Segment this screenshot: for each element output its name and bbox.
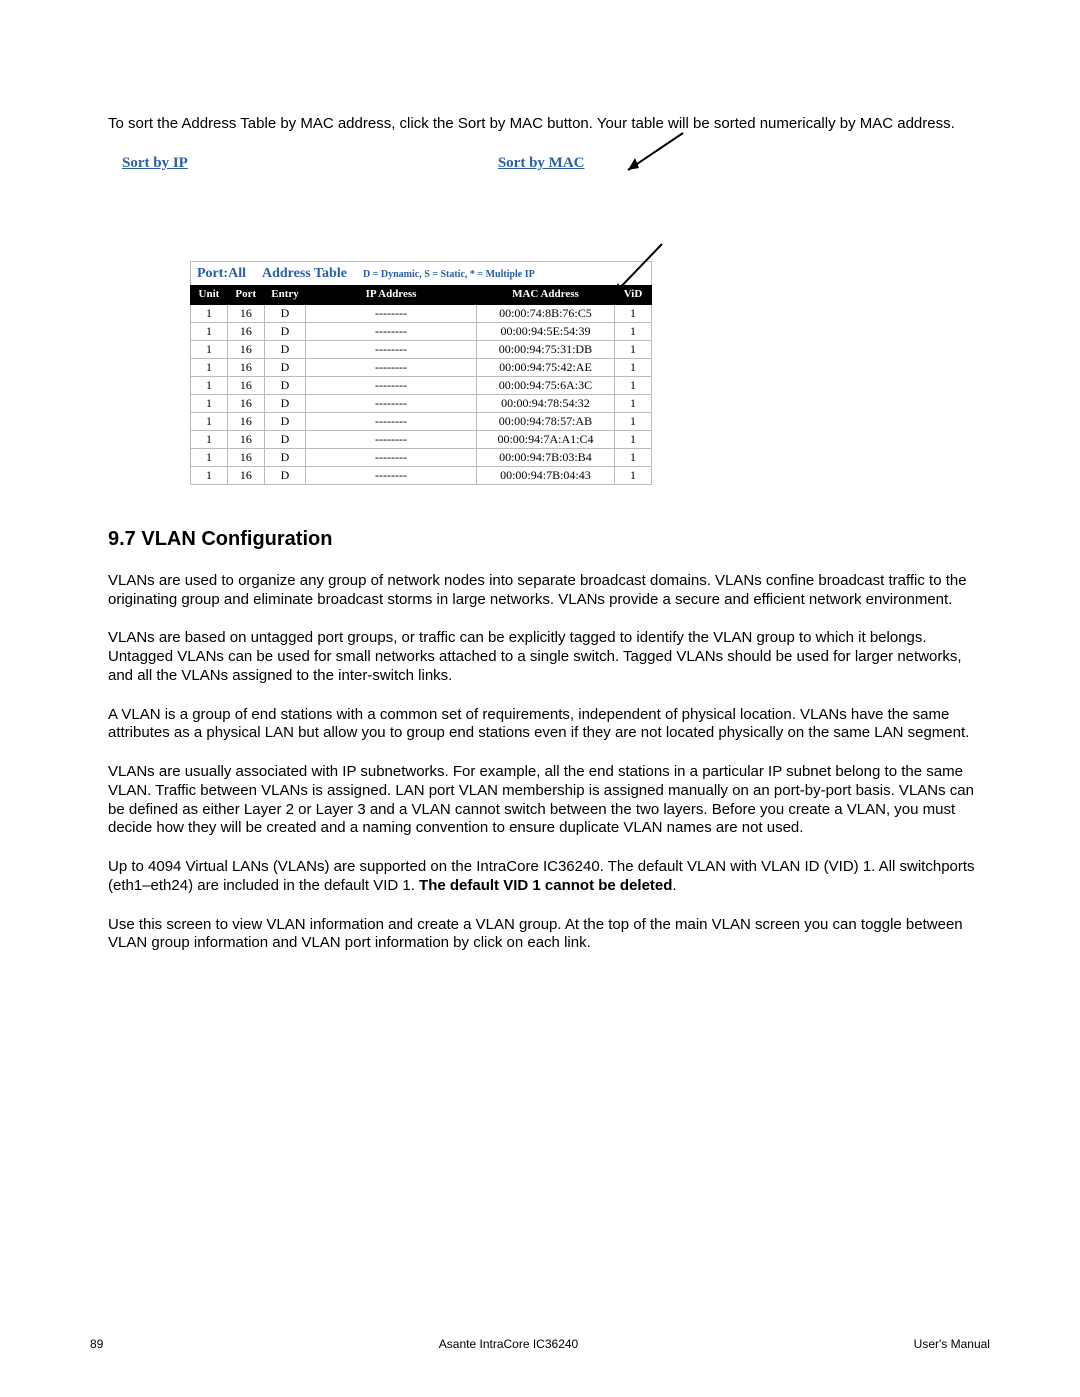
cell-ip: --------: [306, 448, 477, 466]
cell-unit: 1: [191, 322, 228, 340]
table-row: 116D--------00:00:94:75:42:AE1: [191, 358, 652, 376]
page-footer: 89 Asante IntraCore IC36240 User's Manua…: [90, 1337, 990, 1352]
col-vid: ViD: [615, 286, 652, 305]
address-table-title-bar: Port:All Address Table D = Dynamic, S = …: [190, 261, 652, 286]
col-entry: Entry: [264, 286, 305, 305]
table-row: 116D--------00:00:94:75:6A:3C1: [191, 376, 652, 394]
cell-ip: --------: [306, 412, 477, 430]
cell-ip: --------: [306, 394, 477, 412]
cell-ip: --------: [306, 304, 477, 322]
footer-right-text: User's Manual: [914, 1337, 990, 1352]
cell-vid: 1: [615, 340, 652, 358]
table-row: 116D--------00:00:94:7B:04:431: [191, 466, 652, 484]
cell-ip: --------: [306, 430, 477, 448]
cell-port: 16: [227, 322, 264, 340]
table-row: 116D--------00:00:94:7B:03:B41: [191, 448, 652, 466]
cell-vid: 1: [615, 430, 652, 448]
col-unit: Unit: [191, 286, 228, 305]
table-row: 116D--------00:00:74:8B:76:C51: [191, 304, 652, 322]
cell-port: 16: [227, 340, 264, 358]
table-port-label: Port:All: [197, 265, 246, 283]
table-row: 116D--------00:00:94:75:31:DB1: [191, 340, 652, 358]
cell-port: 16: [227, 412, 264, 430]
vlan-paragraph-2: VLANs are based on untagged port groups,…: [108, 629, 990, 685]
p5-part-c: .: [672, 877, 676, 894]
cell-mac: 00:00:94:5E:54:39: [476, 322, 614, 340]
address-table-header-row: Unit Port Entry IP Address MAC Address V…: [191, 286, 652, 305]
cell-vid: 1: [615, 394, 652, 412]
cell-mac: 00:00:94:75:42:AE: [476, 358, 614, 376]
cell-entry: D: [264, 448, 305, 466]
cell-port: 16: [227, 376, 264, 394]
vlan-paragraph-5: Up to 4094 Virtual LANs (VLANs) are supp…: [108, 858, 990, 896]
cell-unit: 1: [191, 448, 228, 466]
cell-vid: 1: [615, 376, 652, 394]
cell-vid: 1: [615, 448, 652, 466]
cell-vid: 1: [615, 358, 652, 376]
cell-port: 16: [227, 448, 264, 466]
vlan-paragraph-6: Use this screen to view VLAN information…: [108, 916, 990, 954]
cell-mac: 00:00:94:7A:A1:C4: [476, 430, 614, 448]
cell-entry: D: [264, 358, 305, 376]
cell-vid: 1: [615, 412, 652, 430]
cell-entry: D: [264, 322, 305, 340]
cell-mac: 00:00:94:78:57:AB: [476, 412, 614, 430]
cell-port: 16: [227, 466, 264, 484]
cell-ip: --------: [306, 340, 477, 358]
cell-mac: 00:00:74:8B:76:C5: [476, 304, 614, 322]
table-legend-label: D = Dynamic, S = Static, * = Multiple IP: [363, 269, 535, 282]
cell-ip: --------: [306, 358, 477, 376]
cell-mac: 00:00:94:78:54:32: [476, 394, 614, 412]
cell-vid: 1: [615, 322, 652, 340]
cell-vid: 1: [615, 466, 652, 484]
col-mac: MAC Address: [476, 286, 614, 305]
section-heading: 9.7 VLAN Configuration: [108, 527, 990, 552]
address-table: Port:All Address Table D = Dynamic, S = …: [190, 261, 652, 485]
cell-mac: 00:00:94:75:31:DB: [476, 340, 614, 358]
p5-bold: The default VID 1 cannot be deleted: [419, 877, 672, 894]
table-row: 116D--------00:00:94:78:57:AB1: [191, 412, 652, 430]
footer-page-number: 89: [90, 1337, 103, 1352]
footer-center-text: Asante IntraCore IC36240: [439, 1337, 578, 1352]
col-ip: IP Address: [306, 286, 477, 305]
cell-ip: --------: [306, 466, 477, 484]
cell-entry: D: [264, 340, 305, 358]
intro-paragraph: To sort the Address Table by MAC address…: [108, 115, 990, 134]
cell-unit: 1: [191, 466, 228, 484]
cell-vid: 1: [615, 304, 652, 322]
vlan-paragraph-1: VLANs are used to organize any group of …: [108, 572, 990, 610]
cell-unit: 1: [191, 394, 228, 412]
cell-ip: --------: [306, 322, 477, 340]
cell-entry: D: [264, 376, 305, 394]
cell-port: 16: [227, 358, 264, 376]
sort-by-mac-link[interactable]: Sort by MAC: [498, 154, 585, 173]
cell-mac: 00:00:94:7B:03:B4: [476, 448, 614, 466]
sort-by-ip-link[interactable]: Sort by IP: [122, 154, 188, 173]
cell-unit: 1: [191, 340, 228, 358]
cell-port: 16: [227, 394, 264, 412]
table-row: 116D--------00:00:94:7A:A1:C41: [191, 430, 652, 448]
cell-unit: 1: [191, 358, 228, 376]
table-name-label: Address Table: [262, 265, 347, 283]
cell-entry: D: [264, 394, 305, 412]
col-port: Port: [227, 286, 264, 305]
cell-ip: --------: [306, 376, 477, 394]
cell-port: 16: [227, 430, 264, 448]
vlan-paragraph-3: A VLAN is a group of end stations with a…: [108, 706, 990, 744]
table-row: 116D--------00:00:94:78:54:321: [191, 394, 652, 412]
table-row: 116D--------00:00:94:5E:54:391: [191, 322, 652, 340]
cell-unit: 1: [191, 376, 228, 394]
cell-entry: D: [264, 304, 305, 322]
cell-mac: 00:00:94:7B:04:43: [476, 466, 614, 484]
cell-mac: 00:00:94:75:6A:3C: [476, 376, 614, 394]
cell-entry: D: [264, 466, 305, 484]
cell-unit: 1: [191, 412, 228, 430]
cell-port: 16: [227, 304, 264, 322]
vlan-paragraph-4: VLANs are usually associated with IP sub…: [108, 763, 990, 838]
cell-entry: D: [264, 430, 305, 448]
cell-unit: 1: [191, 304, 228, 322]
cell-unit: 1: [191, 430, 228, 448]
cell-entry: D: [264, 412, 305, 430]
sort-links-row: Sort by IP Sort by MAC: [122, 154, 990, 173]
